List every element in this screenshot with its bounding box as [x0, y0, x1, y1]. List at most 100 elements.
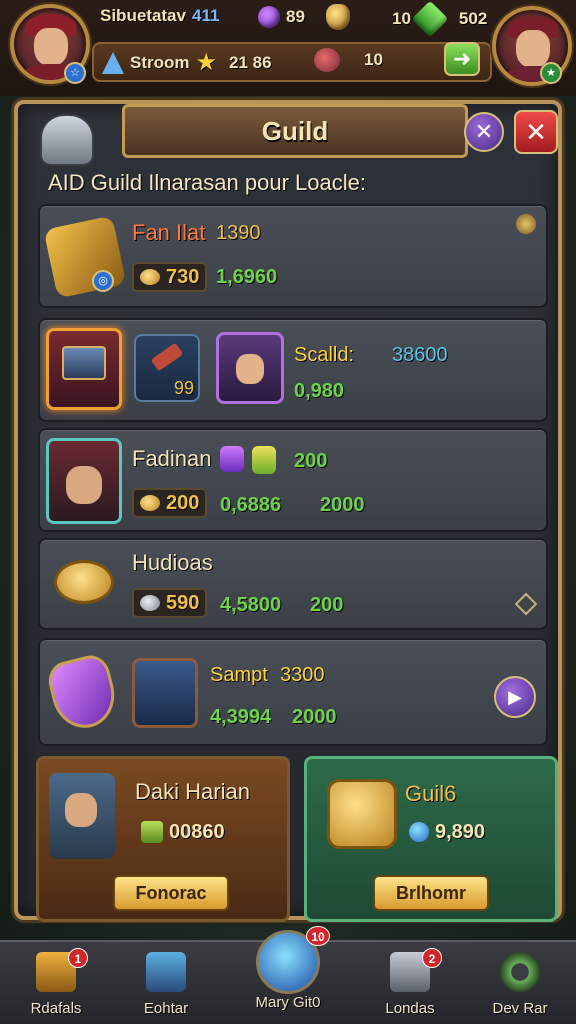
right-card-button[interactable]: Brlhomr	[373, 875, 489, 911]
coin-icon	[140, 495, 160, 511]
row-4-stat2: 200	[310, 594, 344, 616]
pet-icon	[314, 48, 340, 72]
coin-icon	[140, 269, 160, 285]
row-2-stat: 0,980	[294, 380, 345, 402]
hero-fadinan-face	[66, 466, 102, 504]
row-2-count: 99	[174, 378, 195, 398]
row-3-stat2: 2000	[320, 494, 365, 516]
purple-shield-item-icon	[44, 651, 122, 735]
row-1-value: 730	[166, 265, 200, 288]
gold-shield-icon	[326, 4, 350, 30]
close-button[interactable]: ✕	[514, 110, 558, 154]
nav-badge: 2	[422, 948, 442, 968]
right-card-title: Guil6	[405, 781, 457, 806]
gear-icon	[500, 952, 540, 992]
nav-badge: 10	[306, 926, 330, 946]
row-4-value-box: 590	[132, 588, 208, 618]
hero-face-icon	[236, 354, 264, 384]
player-name: Sibuetatav	[100, 6, 186, 25]
row-2-name: Scalld:	[294, 344, 355, 366]
left-card-value-box: 00860	[135, 817, 231, 847]
bottom-nav: 1 Rdafals Eohtar 10 Mary Git0 2 Londas D…	[0, 926, 576, 1024]
green-gem-small-icon	[252, 446, 276, 474]
player-level-badge: ☆	[64, 62, 86, 84]
right-card-value: 9,890	[435, 820, 486, 843]
info-dot-icon[interactable]	[516, 214, 536, 234]
nav-label: Rdafals	[30, 1000, 82, 1017]
blue-gem-icon	[409, 822, 429, 842]
guild-reward-card[interactable]: Guil6 9,890 Brlhomr	[304, 756, 558, 922]
silver-coin-icon	[140, 595, 160, 611]
row-1-stat: 1,6960	[216, 266, 278, 288]
daily-harvest-card[interactable]: Daki Harian 00860 Fonorac	[36, 756, 290, 922]
pet-value: 10	[364, 50, 383, 69]
row-5-stat2: 2000	[292, 706, 337, 728]
nav-item-londas[interactable]: 2 Londas	[360, 948, 460, 1024]
nav-label: Dev Rar	[492, 1000, 548, 1017]
purple-gem-icon	[258, 6, 280, 28]
nav-label: Mary Git0	[255, 994, 321, 1011]
pet-resource[interactable]: 10	[314, 48, 383, 72]
green-currency-value: 502	[458, 9, 488, 28]
guild-row-1[interactable]: ◎ Fan Ilat 1390 730 1,6960	[38, 204, 548, 308]
row-3-stat: 0,6886	[220, 494, 282, 516]
stroom-label: Stroom	[130, 52, 190, 72]
gold-shield-currency[interactable]	[326, 4, 350, 30]
chest-lid-icon	[62, 346, 106, 380]
guild-row-3[interactable]: Fadinan 200 200 0,6886 2000	[38, 428, 548, 532]
row-5-stat: 4,3994	[210, 706, 272, 728]
green-currency[interactable]: 10 502	[392, 0, 488, 38]
nav-item-mary-git0[interactable]: 10 Mary Git0	[238, 926, 338, 1011]
left-card-value: 00860	[169, 820, 225, 843]
crystal-icon	[102, 51, 124, 74]
purple-gem-small-icon	[220, 446, 244, 472]
play-next-button[interactable]: ▶	[494, 676, 536, 718]
row-3-gem-value: 200	[294, 450, 328, 472]
row-3-value: 200	[166, 491, 200, 514]
green-gem-icon	[141, 821, 163, 843]
nav-label: Eohtar	[143, 1000, 189, 1017]
purple-currency[interactable]: 89	[258, 6, 305, 28]
nav-item-dev-rar[interactable]: Dev Rar	[470, 948, 570, 1024]
gold-coin-item-icon	[54, 560, 114, 604]
item-badge-icon: ◎	[92, 270, 114, 292]
guild-panel: Guild ✕ ✕ AID Guild Ilnarasan pour Loacl…	[14, 100, 562, 922]
star-value: 21 86	[229, 52, 272, 72]
minimize-button[interactable]: ✕	[464, 112, 504, 152]
right-card-value-box: 9,890	[403, 817, 491, 847]
tome-item-icon	[132, 658, 198, 728]
avatar-face	[34, 28, 68, 66]
nav-item-eohtar[interactable]: Eohtar	[116, 948, 216, 1024]
row-5-price: 3300	[280, 664, 325, 686]
nav-item-rdafals[interactable]: 1 Rdafals	[6, 948, 106, 1024]
purple-currency-value: 89	[286, 7, 305, 26]
left-card-button[interactable]: Fonorac	[113, 875, 229, 911]
scroll-icon	[146, 952, 186, 992]
leader-level-badge: ★	[540, 62, 562, 84]
green-gem-icon	[411, 0, 449, 38]
row-5-name: Sampt	[210, 664, 268, 686]
star-icon: ★	[195, 49, 218, 76]
add-resource-button[interactable]: ➜	[444, 42, 480, 76]
gold-trophy-icon	[327, 779, 397, 849]
guild-row-4[interactable]: Hudioas 590 4,5800 200	[38, 538, 548, 630]
player-info-row: Sibuetatav 411	[100, 6, 219, 26]
row-3-value-box: 200	[132, 488, 208, 518]
nav-badge: 1	[68, 948, 88, 968]
row-1-price: 1390	[216, 222, 261, 244]
diamond-icon[interactable]	[514, 592, 538, 616]
panel-title: Guild	[122, 104, 468, 158]
panel-subtitle: AID Guild Ilnarasan pour Loacle:	[48, 170, 366, 195]
gold-shield-value: 10	[392, 9, 411, 28]
warrior-face	[65, 793, 97, 827]
stroom-resource[interactable]: Stroom ★ 21 86	[102, 48, 272, 77]
row-4-value: 590	[166, 591, 200, 614]
helmet-emblem	[40, 114, 94, 166]
top-hud: ☆ Sibuetatav 411 89 10 502 Stroom ★ 21 8…	[0, 0, 576, 96]
guild-row-2[interactable]: 99 Scalld: 38600 0,980	[38, 318, 548, 422]
guild-row-5[interactable]: Sampt 3300 4,3994 2000 ▶	[38, 638, 548, 746]
nav-label: Londas	[385, 1000, 435, 1017]
row-1-name: Fan Ilat	[132, 220, 206, 245]
row-2-price: 38600	[392, 344, 448, 366]
row-4-name: Hudioas	[132, 550, 213, 575]
